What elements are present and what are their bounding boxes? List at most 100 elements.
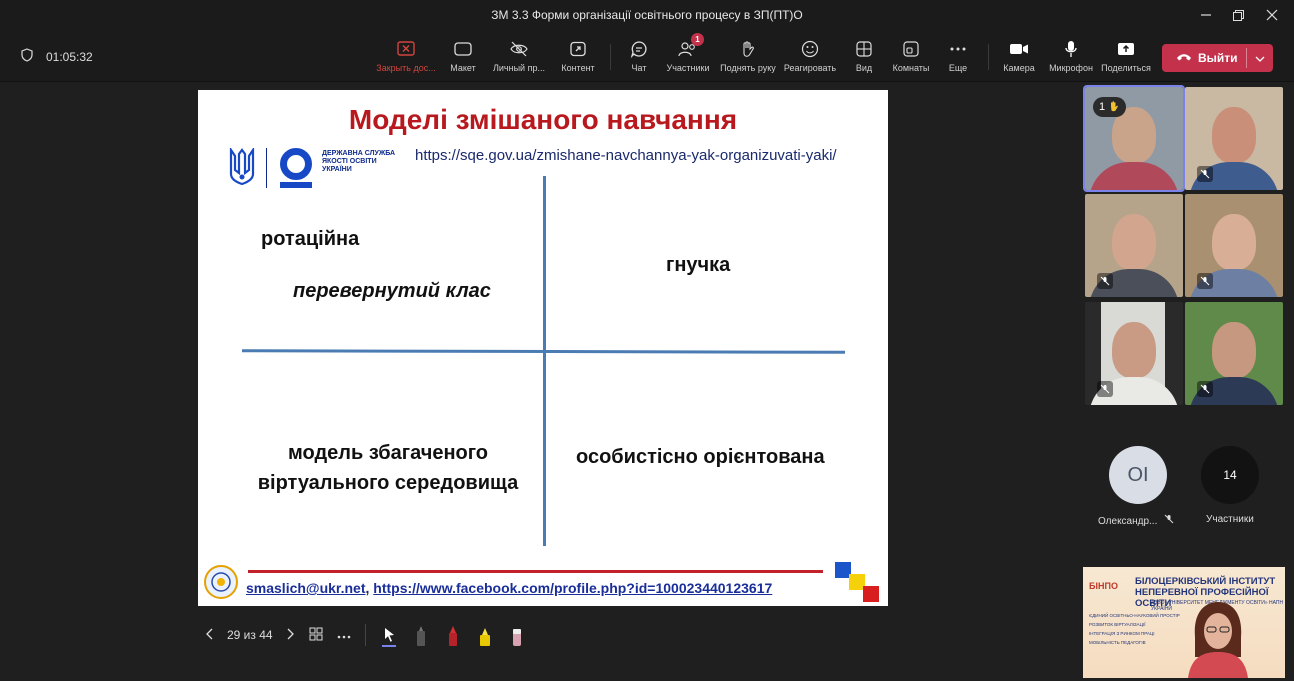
muted-mic-icon bbox=[1197, 273, 1213, 289]
avatar-participant-name: Олександр... bbox=[1098, 514, 1174, 527]
participant-video-tile[interactable] bbox=[1185, 194, 1283, 297]
people-icon: 1 bbox=[678, 33, 704, 62]
institute-tag: РОЗВИТОК ВІРТУАЛІЗАЦІЇ bbox=[1089, 622, 1146, 627]
maximize-button[interactable] bbox=[1224, 4, 1254, 26]
window-title: ЗМ 3.3 Форми організації освітнього проц… bbox=[491, 8, 803, 22]
camera-label: Камера bbox=[1003, 63, 1035, 73]
stop-share-icon bbox=[397, 36, 415, 62]
institute-tag: ІНТЕГРАЦІЯ З РИНКОМ ПРАЦІ bbox=[1089, 631, 1155, 636]
footer-contacts: smaslich@ukr.net, https://www.facebook.c… bbox=[246, 580, 772, 596]
chat-icon bbox=[630, 36, 648, 62]
slide-title: Моделі змішаного навчання bbox=[348, 104, 738, 135]
pointer-tool-icon[interactable] bbox=[380, 623, 398, 647]
footer-red-line bbox=[248, 570, 823, 573]
participant-face bbox=[1112, 322, 1156, 378]
participants-button[interactable]: 1 Участники bbox=[654, 33, 722, 73]
more-participants-label: Участники bbox=[1206, 514, 1254, 525]
chevron-down-icon bbox=[1255, 51, 1265, 65]
microphone-icon bbox=[1064, 36, 1078, 62]
participant-video-tile[interactable] bbox=[1085, 194, 1183, 297]
react-label: Реагировать bbox=[783, 63, 837, 73]
quality-service-logo-bar bbox=[280, 182, 312, 188]
more-label: Еще bbox=[948, 63, 968, 73]
footer-separator: , bbox=[365, 580, 370, 596]
leave-label: Выйти bbox=[1198, 51, 1238, 65]
previous-slide-button[interactable] bbox=[205, 628, 213, 643]
leave-meeting-button[interactable]: Выйти bbox=[1162, 44, 1273, 72]
participant-video-tile[interactable] bbox=[1185, 87, 1283, 190]
muted-mic-icon bbox=[1197, 166, 1213, 182]
layout-icon bbox=[454, 36, 472, 62]
quadrant-person-oriented: особистісно орієнтована bbox=[576, 446, 825, 468]
footer-email-link[interactable]: smaslich@ukr.net bbox=[246, 580, 365, 596]
participant-face bbox=[1212, 322, 1256, 378]
muted-mic-icon bbox=[1097, 381, 1113, 397]
quadrant-enriched-line2: віртуального середовища bbox=[257, 472, 519, 494]
elapsed-time: 01:05:32 bbox=[46, 49, 93, 64]
personal-view-label: Личный пр... bbox=[493, 63, 545, 73]
stop-share-label: Закрыть дос... bbox=[376, 63, 436, 73]
footer-facebook-link[interactable]: https://www.facebook.com/profile.php?id=… bbox=[373, 580, 772, 596]
more-options-button[interactable]: Еще bbox=[924, 36, 992, 73]
presenter-figure bbox=[1183, 597, 1253, 678]
participant-body bbox=[1089, 162, 1179, 190]
participant-video-tile[interactable] bbox=[1185, 302, 1283, 405]
camera-icon bbox=[1009, 36, 1029, 62]
slide-grid-icon[interactable] bbox=[309, 627, 323, 644]
participant-avatar[interactable]: OI bbox=[1109, 446, 1167, 504]
institute-logo-text: БІНПО bbox=[1089, 581, 1118, 591]
share-button[interactable]: Поделиться bbox=[1092, 36, 1160, 73]
institute-tag: МОБІЛЬНІСТЬ ПЕДАГОГІВ bbox=[1089, 640, 1146, 645]
content-label: Контент bbox=[561, 63, 595, 73]
slide-more-icon[interactable] bbox=[337, 628, 351, 642]
participants-notification-badge: 1 bbox=[691, 33, 704, 46]
shield-icon bbox=[20, 48, 34, 65]
chat-label: Чат bbox=[631, 63, 647, 73]
close-window-button[interactable] bbox=[1257, 4, 1287, 26]
avatar-name-text: Олександр... bbox=[1098, 516, 1158, 527]
muted-mic-icon bbox=[1164, 514, 1174, 527]
slide-controls: 29 из 44 bbox=[205, 620, 526, 650]
more-participants-count[interactable]: 14 bbox=[1201, 446, 1259, 504]
smiley-icon bbox=[801, 36, 819, 62]
leave-options-dropdown[interactable] bbox=[1247, 51, 1273, 65]
raised-hand-icon bbox=[1108, 100, 1120, 115]
leave-main[interactable]: Выйти bbox=[1162, 51, 1246, 65]
participant-face bbox=[1112, 214, 1156, 270]
more-icon bbox=[950, 36, 966, 62]
raise-hand-button[interactable]: Поднять руку bbox=[714, 36, 782, 73]
teams-meeting-window: ЗМ 3.3 Форми організації освітнього проц… bbox=[0, 0, 1294, 681]
content-share-icon bbox=[569, 36, 587, 62]
hand-icon bbox=[739, 36, 757, 62]
quality-service-logo-icon bbox=[280, 148, 312, 180]
next-slide-button[interactable] bbox=[287, 628, 295, 643]
meeting-toolbar: 01:05:32 Закрыть дос... Макет Личный пр.… bbox=[0, 30, 1294, 82]
personal-view-button[interactable]: Личный пр... bbox=[485, 36, 553, 73]
eye-off-icon bbox=[509, 36, 529, 62]
decor-square-red bbox=[863, 586, 879, 602]
trident-emblem-icon bbox=[228, 146, 256, 191]
highlighter-icon[interactable] bbox=[476, 623, 494, 647]
quadrant-enriched-virtual: модель збагаченого віртуального середови… bbox=[228, 438, 548, 498]
raised-hand-badge: 1 bbox=[1093, 97, 1127, 117]
slide-source-url: https://sqe.gov.ua/zmishane-navchannya-y… bbox=[415, 147, 837, 164]
institute-tag: ЄДИНИЙ ОСВІТНЬО-НАУКОВИЙ ПРОСТІР bbox=[1089, 613, 1180, 618]
content-button[interactable]: Контент bbox=[544, 36, 612, 73]
red-pen-icon[interactable] bbox=[444, 623, 462, 647]
quadrant-enriched-line1: модель збагаченого bbox=[287, 442, 489, 464]
participant-video-tile[interactable]: 1 bbox=[1083, 85, 1185, 192]
layout-label: Макет bbox=[450, 63, 476, 73]
shared-presentation-slide: Моделі змішаного навчання ДЕРЖАВНА СЛУЖБ… bbox=[198, 90, 888, 606]
phone-hangup-icon bbox=[1176, 51, 1192, 65]
minimize-button[interactable] bbox=[1191, 4, 1221, 26]
participant-video-tile[interactable] bbox=[1085, 302, 1183, 405]
controls-divider bbox=[364, 624, 366, 646]
muted-mic-icon bbox=[1097, 273, 1113, 289]
quadrant-rotation: ротаційна bbox=[261, 228, 360, 250]
eraser-icon[interactable] bbox=[508, 623, 526, 647]
black-pen-icon[interactable] bbox=[412, 623, 430, 647]
author-logo-icon bbox=[204, 565, 238, 599]
raise-hand-label: Поднять руку bbox=[720, 63, 776, 73]
presenter-video-tile[interactable]: БІНПО БІЛОЦЕРКІВСЬКИЙ ІНСТИТУТ НЕПЕРЕВНО… bbox=[1083, 567, 1285, 678]
microphone-label: Микрофон bbox=[1049, 63, 1093, 73]
